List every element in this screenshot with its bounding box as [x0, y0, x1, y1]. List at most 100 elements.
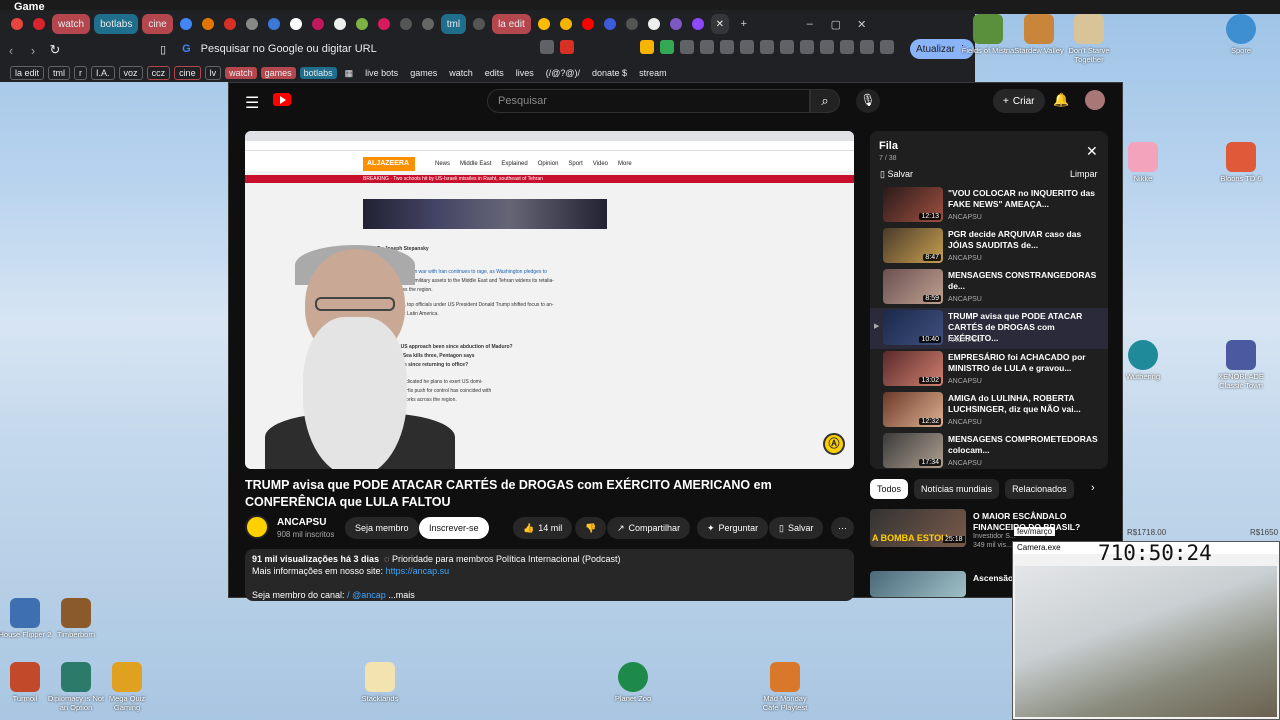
bookmark-item[interactable]: cine — [174, 66, 201, 80]
tab-cine[interactable]: cine — [142, 14, 173, 34]
youtube-logo-icon[interactable] — [273, 93, 291, 106]
extension-icon[interactable] — [840, 40, 854, 54]
bookmark-item[interactable]: r — [74, 66, 88, 80]
back-icon[interactable]: ‹ — [0, 43, 22, 58]
tab-icon[interactable] — [375, 14, 393, 34]
tab-icon[interactable] — [243, 14, 261, 34]
video-player[interactable]: ALJAZEERA News Middle East Explained Opi… — [245, 131, 854, 469]
search-icon[interactable]: ⌕ — [810, 89, 840, 113]
create-button[interactable]: + Criar — [993, 89, 1045, 113]
address-bar[interactable]: ▯ G Pesquisar no Google ou digitar URL — [160, 38, 580, 60]
chip-world-news[interactable]: Notícias mundiais — [914, 479, 1000, 499]
bookmark-item[interactable]: edits — [481, 67, 508, 79]
new-tab-icon[interactable]: + — [733, 14, 755, 34]
extension-icon[interactable] — [860, 40, 874, 54]
forward-icon[interactable]: › — [22, 43, 44, 58]
bookmark-item[interactable]: watch — [445, 67, 477, 79]
mic-icon[interactable]: 🎙 — [856, 89, 880, 113]
chip-all[interactable]: Todos — [870, 479, 909, 499]
extension-icon[interactable] — [540, 40, 554, 54]
tab-icon[interactable] — [265, 14, 283, 34]
extension-icon[interactable] — [820, 40, 834, 54]
avatar[interactable] — [1085, 90, 1105, 110]
desktop-icon-mega-quiz[interactable]: Mega Quiz Gaming — [97, 662, 157, 712]
queue-clear-button[interactable]: Limpar — [1070, 169, 1098, 179]
description-box[interactable]: 91 mil visualizações há 3 dias ◌ Priorid… — [245, 549, 854, 601]
queue-save-button[interactable]: ▯ Salvar — [880, 169, 913, 180]
extension-icon[interactable] — [660, 40, 674, 54]
bookmark-item[interactable]: (/@?@)/ — [542, 67, 584, 79]
share-button[interactable]: ↗ Compartilhar — [607, 517, 691, 539]
join-button[interactable]: Seja membro — [345, 517, 419, 539]
tab-icon[interactable] — [579, 14, 597, 34]
tab-icon[interactable] — [331, 14, 349, 34]
tab-icon[interactable] — [667, 14, 685, 34]
tab-icon[interactable] — [221, 14, 239, 34]
bookmark-item[interactable]: I.A. — [91, 66, 115, 80]
tab-la-edit[interactable]: la edit — [492, 14, 531, 34]
tab-icon[interactable] — [8, 14, 26, 34]
bookmark-item[interactable]: watch — [225, 67, 257, 79]
desktop-icon-mad-monday[interactable]: Mad Monday Cafe Playtest — [755, 662, 815, 712]
extension-icon[interactable] — [680, 40, 694, 54]
tab-icon[interactable] — [470, 14, 488, 34]
tab-icon[interactable] — [689, 14, 707, 34]
extension-icon[interactable] — [700, 40, 714, 54]
save-button[interactable]: ▯ Salvar — [769, 517, 824, 539]
desktop-icon-spore[interactable]: Spore — [1211, 14, 1271, 55]
tab-watch[interactable]: watch — [52, 14, 91, 34]
bookmark-icon[interactable]: ▯ — [160, 43, 166, 56]
tab-icon[interactable] — [30, 14, 48, 34]
queue-item[interactable]: 13:02 EMPRESÁRIO foi ACHACADO por MINISTR… — [870, 349, 1108, 390]
queue-item-current[interactable]: ▶ 10:40 TRUMP avisa que PODE ATACAR CARTÉS… — [870, 308, 1108, 349]
reload-icon[interactable]: ↻ — [44, 42, 66, 58]
bookmark-item[interactable]: lv — [204, 66, 222, 80]
channel-handle-link[interactable]: / @ancap — [347, 590, 386, 600]
queue-item[interactable]: 12:13 "VOU COLOCAR no INQUERITO das FAKE … — [870, 185, 1108, 226]
tab-icon[interactable] — [397, 14, 415, 34]
tab-icon[interactable] — [353, 14, 371, 34]
queue-item[interactable]: 12:32 AMIGA do LULINHA, ROBERTA LUCHSINGE… — [870, 390, 1108, 431]
channel-name[interactable]: ANCAPSU — [277, 517, 326, 528]
desktop-icon-bloons[interactable]: Bloons TD 6 — [1211, 142, 1271, 183]
bookmark-item[interactable]: donate $ — [588, 67, 631, 79]
menu-icon[interactable]: ☰ — [245, 93, 259, 113]
tab-close-icon[interactable]: ✕ — [710, 14, 729, 34]
tab-tml[interactable]: tml — [440, 14, 467, 34]
bookmark-item[interactable]: ccz — [146, 66, 171, 80]
tab-icon[interactable] — [623, 14, 641, 34]
chevron-right-icon[interactable]: › — [1091, 482, 1095, 494]
bookmark-item[interactable]: live bots — [361, 67, 402, 79]
tab-icon[interactable] — [287, 14, 305, 34]
desktop-icon-stacklands[interactable]: Stacklands — [350, 662, 410, 703]
bookmark-item[interactable]: botlabs — [299, 67, 337, 79]
tab-icon[interactable] — [177, 14, 195, 34]
tab-botlabs[interactable]: botlabs — [94, 14, 139, 34]
queue-item[interactable]: 8:47 PGR decide ARQUIVAR caso das JÓIAS S… — [870, 226, 1108, 267]
desktop-icon-xenoblade[interactable]: XENOBLADE Classic Town — [1211, 340, 1271, 390]
desktop-icon-planet-zoo[interactable]: Planet Zoo — [603, 662, 663, 703]
tab-icon[interactable] — [601, 14, 619, 34]
tab-icon[interactable] — [535, 14, 553, 34]
queue-item[interactable]: 17:34 MENSAGENS COMPROMETEDORAS colocam..… — [870, 431, 1108, 469]
extension-icon[interactable] — [640, 40, 654, 54]
tab-icon[interactable] — [557, 14, 575, 34]
like-button[interactable]: 👍 14 mil — [513, 517, 573, 539]
dislike-button[interactable]: 👎 — [575, 517, 607, 539]
extension-icon[interactable] — [560, 40, 574, 54]
extension-icon[interactable] — [780, 40, 794, 54]
close-queue-icon[interactable]: ✕ — [1086, 143, 1098, 160]
bookmark-item[interactable]: tml — [48, 66, 71, 80]
show-more-link[interactable]: ...mais — [388, 590, 415, 600]
more-actions-icon[interactable]: ⋯ — [831, 517, 854, 539]
desktop-icon-dont-starve[interactable]: Don't Starve Together — [1059, 14, 1119, 64]
desktop-icon-timberborn[interactable]: Timberborn — [46, 598, 106, 639]
notifications-bell-icon[interactable]: 🔔 — [1053, 92, 1069, 108]
bookmark-item[interactable]: games — [260, 67, 296, 79]
grid-icon[interactable]: ▦ — [341, 67, 358, 80]
queue-item[interactable]: 8:59 MENSAGENS CONSTRANGEDORAS de... ANCAP… — [870, 267, 1108, 308]
tab-icon[interactable] — [199, 14, 217, 34]
tab-icon[interactable] — [645, 14, 663, 34]
close-window-icon[interactable]: ✕ — [851, 14, 873, 34]
bookmark-item[interactable]: lives — [512, 67, 538, 79]
